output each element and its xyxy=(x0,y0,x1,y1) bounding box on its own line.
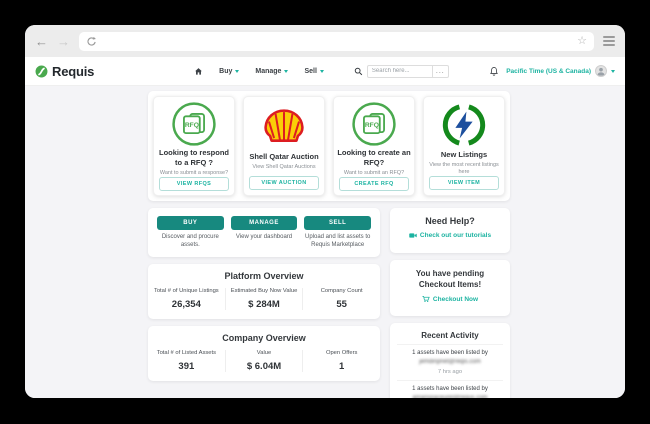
browser-menu-icon[interactable] xyxy=(603,36,615,46)
cart-icon xyxy=(422,296,430,303)
avatar xyxy=(595,65,607,77)
nav-manage[interactable]: Manage xyxy=(255,68,289,75)
brand-name: Requis xyxy=(52,63,95,79)
user-menu[interactable]: Pacific Time (US & Canada) xyxy=(506,65,615,77)
home-icon[interactable] xyxy=(194,67,203,76)
view-auction-button[interactable]: VIEW AUCTION xyxy=(249,176,319,190)
activity-time: 7 hrs ago xyxy=(437,369,463,376)
requis-logo-icon xyxy=(35,65,48,77)
address-bar[interactable]: ☆ xyxy=(79,31,594,51)
forward-icon[interactable]: → xyxy=(57,35,70,48)
nav-sell[interactable]: Sell xyxy=(304,68,324,75)
search-input[interactable] xyxy=(366,64,433,78)
pending-checkout-panel: You have pending Checkout Items! Checkou… xyxy=(390,260,510,317)
card-title: Looking to create an RFQ? xyxy=(337,148,411,167)
lightning-icon xyxy=(441,101,487,149)
checkout-message: You have pending Checkout Items! xyxy=(415,269,485,290)
redacted-email: amanspaceurel@requs.com xyxy=(397,394,503,398)
manage-description: View your dashboard xyxy=(235,234,293,240)
card-subtitle: View the most recent listings here xyxy=(429,161,499,175)
timezone-label: Pacific Time (US & Canada) xyxy=(506,67,591,75)
create-rfq-button[interactable]: CREATE RFQ xyxy=(339,176,409,191)
tutorials-link[interactable]: Check out our tutorials xyxy=(409,232,491,239)
panel-title: Company Overview xyxy=(222,333,306,344)
card-title: Looking to respond to a RFQ ? xyxy=(159,148,229,167)
view-item-button[interactable]: VIEW ITEM xyxy=(429,176,499,190)
stat-value: Value $ 6.04M xyxy=(224,350,303,373)
card-subtitle: Want to submit a response? xyxy=(159,169,229,176)
view-rfqs-button[interactable]: VIEW RFQS xyxy=(159,176,229,191)
stat-open-offers: Open Offers 1 xyxy=(302,350,380,373)
rfq-icon: RFQ xyxy=(351,101,397,147)
stat-listed-assets: Total # of Listed Assets 391 xyxy=(156,350,216,373)
buy-button[interactable]: BUY xyxy=(157,216,224,230)
checkout-now-link[interactable]: Checkout Now xyxy=(422,295,478,303)
search-icon xyxy=(354,67,363,75)
stat-company-count: Company Count 55 xyxy=(302,288,380,311)
activity-item: 1 assets have been listed by jemdinpriet… xyxy=(397,344,503,380)
card-create-rfq: RFQ Looking to create an RFQ? Want to su… xyxy=(333,96,415,196)
sell-button[interactable]: SELL xyxy=(304,216,372,230)
bookmark-star-icon[interactable]: ☆ xyxy=(577,35,587,47)
svg-text:RFQ: RFQ xyxy=(365,122,379,129)
chevron-down-icon xyxy=(319,69,324,73)
search-area: ... xyxy=(354,64,449,78)
card-new-listings: New Listings View the most recent listin… xyxy=(423,96,505,196)
quick-actions-panel: BUY Discover and procure assets. MANAGE … xyxy=(148,208,380,258)
svg-text:RFQ: RFQ xyxy=(185,122,199,129)
action-buy: BUY Discover and procure assets. xyxy=(157,216,224,249)
rfq-icon: RFQ xyxy=(171,101,217,147)
requis-logo[interactable]: Requis xyxy=(35,64,94,79)
browser-chrome: ← → ☆ xyxy=(25,25,625,57)
card-title: Shell Qatar Auction xyxy=(249,152,319,161)
chevron-down-icon xyxy=(284,69,289,73)
activity-item: 1 assets have been listed by amanspaceur… xyxy=(397,380,503,398)
search-options-button[interactable]: ... xyxy=(432,64,449,78)
app-header: Requis Buy Manage Sell ... xyxy=(25,57,625,86)
panel-title: Need Help? xyxy=(425,216,475,226)
card-subtitle: Want to submit an RFQ? xyxy=(343,169,405,176)
chevron-down-icon xyxy=(235,69,240,73)
shell-logo xyxy=(262,101,306,151)
sell-description: Upload and list assets to Requis Marketp… xyxy=(304,234,371,249)
video-icon xyxy=(409,233,417,238)
card-title: New Listings xyxy=(440,149,488,159)
action-manage: MANAGE View your dashboard xyxy=(230,216,298,249)
refresh-icon[interactable] xyxy=(86,36,97,47)
url-input[interactable] xyxy=(103,36,572,46)
main-nav: Buy Manage Sell xyxy=(194,67,324,76)
back-icon[interactable]: ← xyxy=(35,35,48,48)
stat-buy-now-value: Estimated Buy Now Value $ 284M xyxy=(224,288,303,311)
dashboard-content: RFQ Looking to respond to a RFQ ? Want t… xyxy=(25,86,625,398)
browser-window: ← → ☆ Requis Buy Manage Sell Search here… xyxy=(25,25,625,398)
buy-description: Discover and procure assets. xyxy=(161,234,219,249)
recent-activity-panel: Recent Activity 1 assets have been liste… xyxy=(390,323,510,398)
nav-buy[interactable]: Buy xyxy=(219,68,240,75)
card-respond-rfq: RFQ Looking to respond to a RFQ ? Want t… xyxy=(153,96,235,196)
panel-title: Recent Activity xyxy=(421,331,479,341)
stat-unique-listings: Total # of Unique Listings 26,354 xyxy=(153,288,219,311)
chevron-down-icon xyxy=(611,69,615,73)
need-help-panel: Need Help? Check out our tutorials xyxy=(390,208,510,253)
redacted-email: jemdinpriet@reqis.com xyxy=(419,359,481,366)
platform-overview-panel: Platform Overview Total # of Unique List… xyxy=(148,264,380,320)
promo-cards-panel: RFQ Looking to respond to a RFQ ? Want t… xyxy=(148,91,510,201)
card-shell-auction: Shell Qatar Auction View Shell Qatar Auc… xyxy=(243,96,325,196)
notifications-bell-icon[interactable] xyxy=(489,66,499,77)
card-subtitle: View Shell Qatar Auctions xyxy=(252,163,316,170)
manage-button[interactable]: MANAGE xyxy=(230,216,298,230)
panel-title: Platform Overview xyxy=(224,271,304,282)
action-sell: SELL Upload and list assets to Requis Ma… xyxy=(304,216,372,249)
company-overview-panel: Company Overview Total # of Listed Asset… xyxy=(148,326,380,382)
